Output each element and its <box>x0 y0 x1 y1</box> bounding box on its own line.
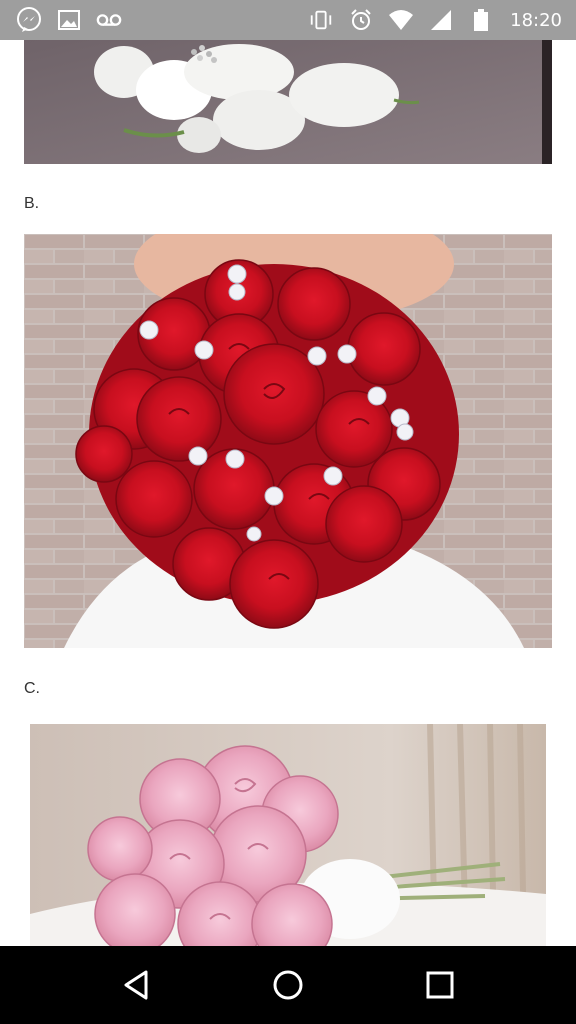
back-icon[interactable] <box>106 955 166 1015</box>
signal-icon <box>428 7 454 33</box>
navigation-bar <box>0 946 576 1024</box>
recents-icon[interactable] <box>410 955 470 1015</box>
battery-icon <box>468 7 494 33</box>
bouquet-photo-c[interactable] <box>30 724 546 946</box>
alarm-icon <box>348 7 374 33</box>
image-icon <box>56 7 82 33</box>
option-b-label: B. <box>24 195 40 212</box>
home-icon[interactable] <box>258 955 318 1015</box>
clock-time: 18:20 <box>510 9 562 31</box>
option-c-label: C. <box>24 680 40 697</box>
vibrate-icon <box>308 7 334 33</box>
bouquet-photo-a <box>24 40 552 164</box>
wifi-icon <box>388 7 414 33</box>
messenger-icon <box>16 7 42 33</box>
status-bar: 18:20 <box>0 0 576 40</box>
voicemail-icon <box>96 7 122 33</box>
bouquet-photo-b[interactable] <box>24 234 552 648</box>
page-content[interactable]: B. C. <box>0 40 576 946</box>
